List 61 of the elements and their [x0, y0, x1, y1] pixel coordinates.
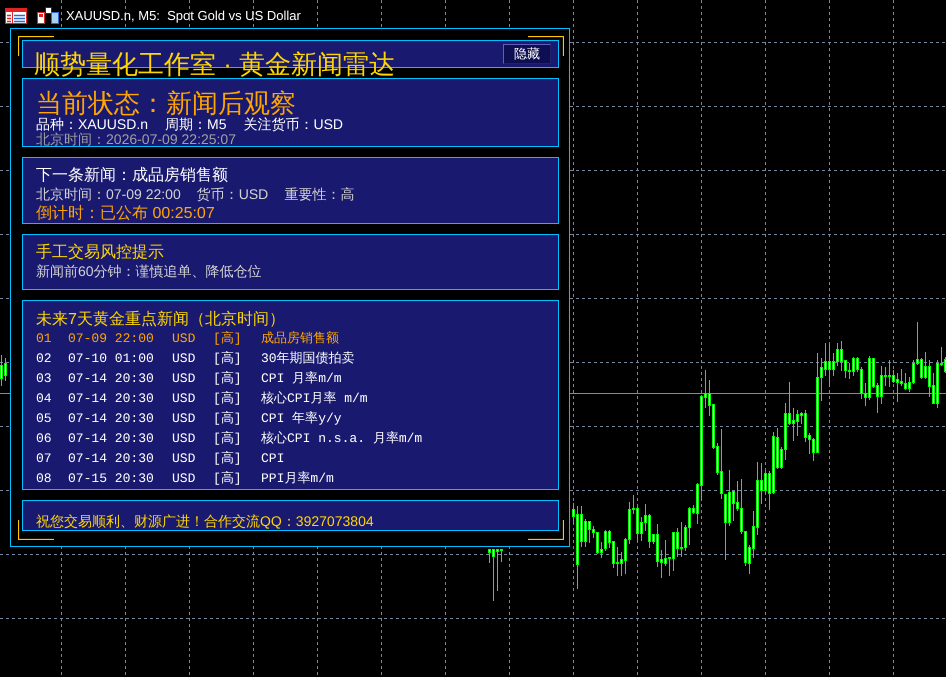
- news-time: 07-14 20:30: [68, 410, 154, 428]
- bar-chart-icon: [37, 7, 59, 24]
- news-importance: [高]: [213, 450, 242, 468]
- news-detail: 重要性：高: [284, 185, 354, 204]
- news-importance: [高]: [213, 390, 242, 408]
- news-title: CPI 年率y/y: [261, 410, 342, 428]
- news-title: CPI 月率m/m: [261, 370, 342, 388]
- news-currency: USD: [172, 390, 196, 408]
- news-importance: [高]: [213, 410, 242, 428]
- news-currency: USD: [172, 450, 196, 468]
- status-heading: 当前状态：新闻后观察: [36, 91, 296, 116]
- row-number: 03: [36, 370, 52, 388]
- news-currency: USD: [172, 330, 196, 348]
- news-title: 成品房销售额: [261, 330, 339, 348]
- news-time: 07-14 20:30: [68, 370, 154, 388]
- row-number: 06: [36, 430, 52, 448]
- news-title: 核心CPI n.s.a. 月率m/m: [261, 430, 422, 448]
- risk-tip-heading: 手工交易风控提示: [36, 243, 165, 262]
- risk-tip-text: 新闻前60分钟：谨慎追单、降低仓位: [36, 262, 263, 280]
- corner-bracket-icon: [528, 520, 564, 540]
- row-number: 05: [36, 410, 52, 428]
- news-importance: [高]: [213, 350, 242, 368]
- news-detail: 北京时间：07-09 22:00: [36, 185, 181, 204]
- news-currency: USD: [172, 370, 196, 388]
- news-importance: [高]: [213, 470, 242, 488]
- news-title: 核心CPI月率 m/m: [261, 390, 368, 408]
- status-detail: 品种：XAUUSD.n: [36, 116, 148, 132]
- candlestick-series: [0, 354, 7, 386]
- news-currency: USD: [172, 470, 196, 488]
- news-time: 07-14 20:30: [68, 390, 154, 408]
- news-importance: [高]: [213, 370, 242, 388]
- news-detail: 货币：USD: [196, 185, 268, 204]
- countdown-text: 倒计时：已公布 00:25:07: [36, 204, 216, 223]
- row-number: 02: [36, 350, 52, 368]
- clock-text: 北京时间：2026-07-09 22:25:07: [36, 132, 237, 146]
- news-currency: USD: [172, 430, 196, 448]
- news-time: 07-14 20:30: [68, 450, 154, 468]
- table-icon: [5, 8, 27, 24]
- news-currency: USD: [172, 410, 196, 428]
- news-importance: [高]: [213, 430, 242, 448]
- row-number: 01: [36, 330, 52, 348]
- news-time: 07-14 20:30: [68, 430, 154, 448]
- status-detail: 关注货币：USD: [243, 116, 344, 132]
- news-time: 07-10 01:00: [68, 350, 154, 368]
- status-detail: 周期：M5: [165, 116, 226, 132]
- news-importance: [高]: [213, 330, 242, 348]
- row-number: 04: [36, 390, 52, 408]
- news-title: CPI: [261, 450, 284, 468]
- window-title: XAUUSD.n, M5: Spot Gold vs US Dollar: [66, 8, 301, 24]
- news-time: 07-15 20:30: [68, 470, 154, 488]
- news-time: 07-09 22:00: [68, 330, 154, 348]
- footer-text: 祝您交易顺利、财源广进！合作交流QQ：3927073804: [36, 512, 374, 530]
- news-currency: USD: [172, 350, 196, 368]
- candlestick-series: [488, 548, 503, 602]
- news-list-heading: 未来7天黄金重点新闻（北京时间）: [36, 310, 286, 329]
- news-title: PPI月率m/m: [261, 470, 334, 488]
- row-number: 07: [36, 450, 52, 468]
- news-title: 30年期国债拍卖: [261, 350, 355, 368]
- next-news-heading: 下一条新闻：成品房销售额: [36, 166, 229, 185]
- hide-button[interactable]: 隐藏: [503, 44, 551, 64]
- row-number: 08: [36, 470, 52, 488]
